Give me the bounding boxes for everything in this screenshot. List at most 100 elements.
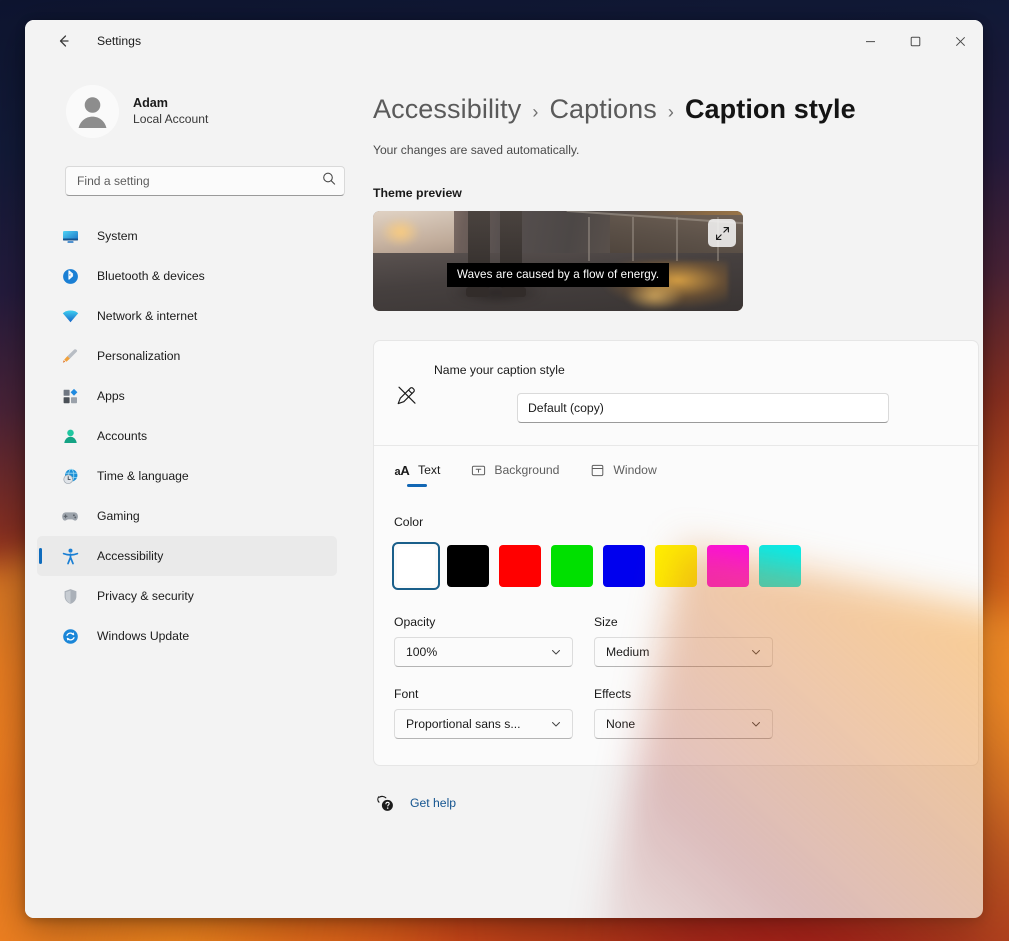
sidebar-item-network-internet[interactable]: Network & internet bbox=[37, 296, 337, 336]
back-button[interactable] bbox=[48, 25, 80, 57]
effects-value: None bbox=[606, 717, 635, 731]
sidebar-item-label: Time & language bbox=[97, 469, 189, 483]
app-title: Settings bbox=[97, 34, 141, 48]
wifi-icon bbox=[62, 308, 79, 325]
close-button[interactable] bbox=[938, 20, 983, 62]
opacity-label: Opacity bbox=[394, 615, 584, 629]
style-tabs: aA Text bbox=[392, 446, 958, 487]
clock-globe-icon bbox=[62, 468, 79, 485]
chevron-down-icon bbox=[750, 646, 762, 658]
caption-style-name-input[interactable] bbox=[517, 393, 889, 423]
size-value: Medium bbox=[606, 645, 649, 659]
sidebar-item-label: Personalization bbox=[97, 349, 180, 363]
card-name-section: Name your caption style bbox=[374, 341, 978, 445]
sidebar-item-label: Apps bbox=[97, 389, 125, 403]
minimize-button[interactable] bbox=[848, 20, 893, 62]
search-box bbox=[65, 166, 345, 196]
tab-text[interactable]: aA Text bbox=[394, 462, 440, 487]
sidebar-item-privacy-security[interactable]: Privacy & security bbox=[37, 576, 337, 616]
swatch-fill bbox=[551, 545, 593, 587]
tab-background[interactable]: Background bbox=[470, 462, 559, 487]
color-swatch-yellow[interactable] bbox=[652, 542, 700, 590]
page-title: Caption style bbox=[685, 94, 856, 125]
color-swatch-magenta[interactable] bbox=[704, 542, 752, 590]
breadcrumb-parent[interactable]: Captions bbox=[549, 94, 656, 125]
color-swatch-black[interactable] bbox=[444, 542, 492, 590]
sidebar-item-personalization[interactable]: Personalization bbox=[37, 336, 337, 376]
close-icon bbox=[955, 36, 966, 47]
search-input[interactable] bbox=[65, 166, 345, 196]
maximize-icon bbox=[910, 36, 921, 47]
preview-light-glow bbox=[380, 217, 421, 247]
account-summary[interactable]: Adam Local Account bbox=[66, 85, 345, 138]
swatch-fill bbox=[707, 545, 749, 587]
get-help-link[interactable]: Get help bbox=[410, 796, 456, 810]
font-value: Proportional sans s... bbox=[406, 717, 520, 731]
color-swatch-green[interactable] bbox=[548, 542, 596, 590]
color-swatch-white[interactable] bbox=[392, 542, 440, 590]
style-dropdown-grid: Opacity 100% bbox=[392, 615, 958, 739]
preview-caption-text: Waves are caused by a flow of energy. bbox=[447, 263, 669, 287]
swatch-fill bbox=[655, 545, 697, 587]
monitor-icon bbox=[62, 228, 79, 245]
account-name: Adam bbox=[133, 95, 208, 111]
text-box-icon bbox=[470, 462, 486, 478]
refresh-icon bbox=[62, 628, 79, 645]
size-group: Size Medium bbox=[594, 615, 784, 667]
window-controls bbox=[848, 20, 983, 62]
question-bubble-icon bbox=[375, 793, 395, 813]
sidebar-item-apps[interactable]: Apps bbox=[37, 376, 337, 416]
sidebar-item-accounts[interactable]: Accounts bbox=[37, 416, 337, 456]
preview-rail-post bbox=[588, 217, 590, 261]
font-dropdown[interactable]: Proportional sans s... bbox=[394, 709, 573, 739]
expand-preview-button[interactable] bbox=[708, 219, 736, 247]
sidebar-item-label: Network & internet bbox=[97, 309, 197, 323]
theme-preview: Waves are caused by a flow of energy. bbox=[373, 211, 743, 311]
chevron-down-icon bbox=[550, 646, 562, 658]
main-content: Accessibility › Captions › Caption style… bbox=[345, 62, 983, 918]
color-swatch-cyan[interactable] bbox=[756, 542, 804, 590]
maximize-button[interactable] bbox=[893, 20, 938, 62]
sidebar-item-system[interactable]: System bbox=[37, 216, 337, 256]
breadcrumb-separator: › bbox=[532, 102, 538, 123]
sidebar-item-label: Gaming bbox=[97, 509, 140, 523]
card-name-main: Name your caption style bbox=[434, 362, 958, 423]
opacity-group: Opacity 100% bbox=[394, 615, 584, 667]
avatar bbox=[66, 85, 119, 138]
sidebar-item-accessibility[interactable]: Accessibility bbox=[37, 536, 337, 576]
autosave-note: Your changes are saved automatically. bbox=[373, 143, 953, 157]
sidebar-item-bluetooth-devices[interactable]: Bluetooth & devices bbox=[37, 256, 337, 296]
effects-dropdown[interactable]: None bbox=[594, 709, 773, 739]
breadcrumb-separator: › bbox=[668, 102, 674, 123]
minimize-icon bbox=[865, 36, 876, 47]
sidebar-item-label: Accounts bbox=[97, 429, 147, 443]
get-help-row: Get help bbox=[373, 793, 953, 813]
effects-label: Effects bbox=[594, 687, 784, 701]
sidebar-item-windows-update[interactable]: Windows Update bbox=[37, 616, 337, 656]
breadcrumb-root[interactable]: Accessibility bbox=[373, 94, 521, 125]
tab-window[interactable]: Window bbox=[589, 462, 656, 487]
opacity-dropdown[interactable]: 100% bbox=[394, 637, 573, 667]
window-titlebar: Settings bbox=[25, 20, 983, 62]
aa-text-icon: aA bbox=[394, 462, 410, 478]
sidebar-item-gaming[interactable]: Gaming bbox=[37, 496, 337, 536]
size-dropdown[interactable]: Medium bbox=[594, 637, 773, 667]
caption-style-card: Name your caption style aA Text bbox=[373, 340, 979, 766]
swatch-fill bbox=[447, 545, 489, 587]
arrow-left-icon bbox=[56, 33, 72, 49]
sidebar-item-label: System bbox=[97, 229, 138, 243]
apps-icon bbox=[62, 388, 79, 405]
sidebar-item-time-language[interactable]: Time & language bbox=[37, 456, 337, 496]
bluetooth-icon bbox=[62, 268, 79, 285]
color-swatch-blue[interactable] bbox=[600, 542, 648, 590]
color-swatch-red[interactable] bbox=[496, 542, 544, 590]
color-label: Color bbox=[392, 515, 958, 529]
breadcrumb: Accessibility › Captions › Caption style bbox=[373, 94, 953, 125]
sidebar-item-label: Bluetooth & devices bbox=[97, 269, 205, 283]
window-icon bbox=[589, 462, 605, 478]
sidebar: Adam Local Account bbox=[25, 62, 345, 918]
chevron-down-icon bbox=[750, 718, 762, 730]
size-label: Size bbox=[594, 615, 784, 629]
swatch-fill bbox=[603, 545, 645, 587]
effects-group: Effects None bbox=[594, 687, 784, 739]
